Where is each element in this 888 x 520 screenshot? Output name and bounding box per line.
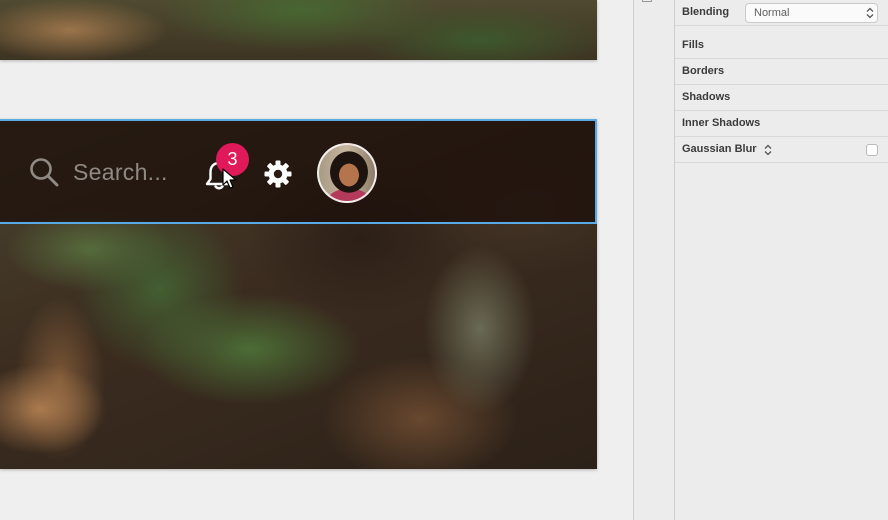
blurred-plant-photo bbox=[0, 0, 597, 60]
section-label: Fills bbox=[682, 39, 705, 51]
section-fills[interactable]: Fills bbox=[675, 33, 888, 59]
panel-divider[interactable] bbox=[633, 0, 675, 520]
updown-icon[interactable] bbox=[764, 144, 772, 156]
blending-row: Blending Normal bbox=[675, 0, 888, 26]
gaussian-blur-label[interactable]: Gaussian Blur bbox=[682, 143, 757, 155]
blending-select[interactable]: Normal bbox=[745, 3, 878, 23]
resize-handle-icon[interactable] bbox=[642, 0, 652, 3]
search-icon[interactable] bbox=[28, 156, 60, 188]
gear-icon[interactable] bbox=[263, 159, 293, 189]
section-borders[interactable]: Borders bbox=[675, 59, 888, 85]
section-label: Inner Shadows bbox=[682, 117, 761, 129]
inspector-panel: Blending Normal Fills Borders Shadows In… bbox=[675, 0, 888, 520]
section-gaussian-blur[interactable]: Gaussian Blur bbox=[675, 137, 888, 163]
search-input[interactable]: Search... bbox=[73, 159, 168, 186]
photo-artboard-top[interactable] bbox=[0, 0, 597, 60]
blending-label: Blending bbox=[682, 6, 730, 18]
updown-icon bbox=[866, 7, 874, 19]
cursor-icon bbox=[222, 168, 237, 189]
section-label: Shadows bbox=[682, 91, 731, 103]
gaussian-blur-checkbox[interactable] bbox=[866, 144, 878, 156]
section-inner-shadows[interactable]: Inner Shadows bbox=[675, 111, 888, 137]
blending-value: Normal bbox=[754, 7, 790, 19]
section-label: Borders bbox=[682, 65, 725, 77]
canvas[interactable]: Search... 3 bbox=[0, 0, 633, 520]
user-avatar[interactable] bbox=[317, 143, 377, 203]
selected-toolbar-layer[interactable]: Search... 3 bbox=[0, 119, 597, 224]
section-shadows[interactable]: Shadows bbox=[675, 85, 888, 111]
